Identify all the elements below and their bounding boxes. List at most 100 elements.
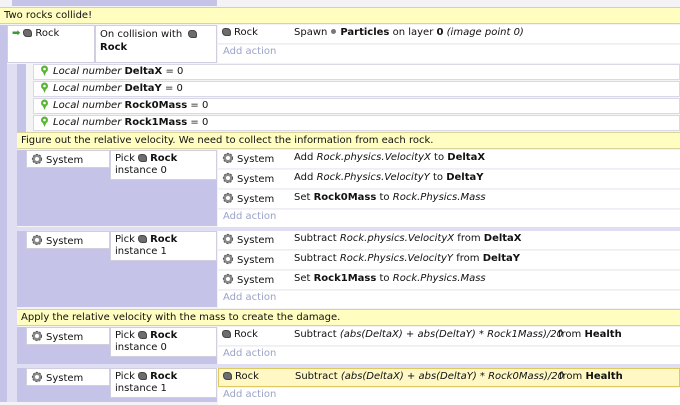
expr: Rock.Physics.Mass: [392, 273, 486, 284]
action-desc: Add Rock.Physics.VelocityY to DeltaY: [294, 172, 484, 184]
condition-object: System: [46, 155, 84, 166]
pick-object: Rock: [150, 330, 178, 341]
verb: Subtract: [294, 253, 337, 264]
prep: from: [457, 233, 481, 244]
condition-system[interactable]: System: [26, 150, 110, 168]
comment-text: Two rocks collide!: [4, 10, 93, 21]
action-add-velocityy[interactable]: System Add Rock.Physics.VelocityY to Del…: [218, 170, 680, 189]
pick-instance: instance 1: [115, 383, 167, 394]
expr: Rock.physics.VelocityX: [339, 233, 455, 244]
action-object: Rock: [234, 27, 258, 38]
var: DeltaY: [482, 253, 520, 264]
event-margin-bar: [0, 25, 7, 402]
gear-icon: [31, 371, 43, 383]
condition-pick-instance[interactable]: Pick Rock instance 1: [110, 231, 217, 261]
spawn-object: Particles: [340, 27, 390, 38]
event-arrow-icon: ➡: [12, 28, 21, 39]
action-desc: Add Rock.physics.VelocityX to DeltaX: [294, 152, 485, 164]
variable-pin-icon: [41, 99, 48, 110]
var: DeltaY: [446, 172, 484, 183]
action-add-velocityx[interactable]: System Add Rock.physics.VelocityX to Del…: [218, 150, 680, 169]
spawn-layer-value: 0: [436, 27, 444, 38]
action-object: Rock: [235, 371, 259, 382]
gear-icon: [222, 172, 234, 184]
condition-pick-instance[interactable]: Pick Rock instance 0: [110, 150, 217, 180]
condition-object: System: [46, 373, 84, 384]
pick-label: Pick: [115, 371, 135, 382]
variable-pin-icon: [41, 82, 48, 93]
prep: from: [558, 329, 582, 340]
var-value: = 0: [190, 117, 209, 128]
add-action-link[interactable]: Add action: [218, 347, 680, 364]
var: Health: [585, 371, 623, 382]
action-subtract-velocityx[interactable]: System Subtract Rock.physics.VelocityX f…: [218, 231, 680, 250]
expr: (abs(DeltaX) + abs(DeltaY) * Rock1Mass)/…: [339, 329, 563, 340]
add-action-link[interactable]: Add action: [218, 210, 680, 227]
gear-icon: [222, 152, 234, 164]
action-target: from Health: [558, 329, 622, 341]
var: Health: [584, 329, 622, 340]
gear-icon: [222, 253, 234, 265]
var: DeltaX: [483, 233, 522, 244]
pick-label: Pick: [115, 330, 135, 341]
add-action-link[interactable]: Add action: [218, 45, 680, 63]
local-var-deltax[interactable]: Local number DeltaX = 0: [33, 64, 680, 80]
action-object: System: [237, 194, 275, 205]
condition-system[interactable]: System: [26, 327, 110, 345]
expr: (abs(DeltaX) + abs(DeltaY) * Rock0Mass)/…: [340, 371, 564, 382]
var-prefix: Local number: [53, 117, 122, 128]
local-var-rock0mass[interactable]: Local number Rock0Mass = 0: [33, 98, 680, 114]
condition-on-collision[interactable]: On collision with Rock: [95, 25, 217, 63]
prep: to: [432, 172, 444, 183]
var-value: = 0: [164, 83, 183, 94]
action-spawn-particles[interactable]: Rock Spawn Particles on layer 0 (image po…: [218, 25, 680, 44]
condition-pick-instance[interactable]: Pick Rock instance 0: [110, 327, 217, 357]
event-object-cell[interactable]: ➡ Rock: [7, 25, 95, 63]
condition-object: System: [46, 236, 84, 247]
var-value: = 0: [165, 66, 184, 77]
var-name: DeltaY: [124, 83, 162, 94]
action-subtract-velocityy[interactable]: System Subtract Rock.Physics.VelocityY f…: [218, 251, 680, 270]
pick-instance: instance 1: [115, 246, 167, 257]
condition-system[interactable]: System: [26, 368, 110, 386]
rock-icon: [23, 29, 33, 37]
action-set-rock1mass[interactable]: System Set Rock1Mass to Rock.Physics.Mas…: [218, 271, 680, 290]
action-spawn-desc: Spawn Particles on layer 0 (image point 0…: [294, 27, 524, 39]
expr: Rock.physics.VelocityX: [316, 152, 431, 163]
prep: from: [456, 253, 480, 264]
action-desc: Subtract (abs(DeltaX) + abs(DeltaY) * Ro…: [295, 371, 564, 383]
action-object: System: [237, 275, 275, 286]
action-set-rock0mass[interactable]: System Set Rock0Mass to Rock.Physics.Mas…: [218, 190, 680, 209]
action-desc: Subtract Rock.physics.VelocityX from Del…: [294, 233, 522, 245]
comment-apply-damage[interactable]: Apply the relative velocity with the mas…: [17, 309, 680, 326]
comment-relative-velocity[interactable]: Figure out the relative velocity. We nee…: [17, 132, 680, 149]
var-name: Rock0Mass: [124, 100, 188, 111]
add-action-link[interactable]: Add action: [218, 388, 680, 405]
expr: Rock.Physics.VelocityY: [316, 172, 430, 183]
condition-prefix: On collision with: [100, 29, 183, 40]
rock-icon: [188, 30, 198, 38]
gear-icon: [31, 153, 43, 165]
condition-system[interactable]: System: [26, 231, 110, 249]
local-var-deltay[interactable]: Local number DeltaY = 0: [33, 81, 680, 97]
verb: Subtract: [294, 329, 337, 340]
action-subtract-health-1-selected[interactable]: Rock Subtract (abs(DeltaX) + abs(DeltaY)…: [218, 368, 680, 387]
rock-icon: [222, 330, 231, 338]
add-action-link[interactable]: Add action: [218, 291, 680, 308]
condition-pick-instance[interactable]: Pick Rock instance 1: [110, 368, 217, 398]
local-var-rock1mass[interactable]: Local number Rock1Mass = 0: [33, 115, 680, 131]
rock-icon: [138, 154, 148, 162]
comment-two-rocks-collide[interactable]: Two rocks collide!: [0, 7, 680, 24]
sub-event-bar-vars: [17, 64, 26, 132]
spawn-layer-label: on layer: [392, 27, 434, 38]
previous-event-bar: [12, 0, 217, 6]
rock-icon: [223, 372, 232, 380]
action-desc: Subtract Rock.Physics.VelocityY from Del…: [294, 253, 520, 265]
var-name: Rock1Mass: [124, 117, 188, 128]
var-prefix: Local number: [53, 100, 122, 111]
action-subtract-health-0[interactable]: Rock Subtract (abs(DeltaX) + abs(DeltaY)…: [218, 327, 680, 346]
verb: Set: [294, 273, 311, 284]
particles-icon: [331, 29, 337, 34]
pick-object: Rock: [150, 234, 178, 245]
spawn-image-point: (image point 0): [446, 27, 524, 38]
